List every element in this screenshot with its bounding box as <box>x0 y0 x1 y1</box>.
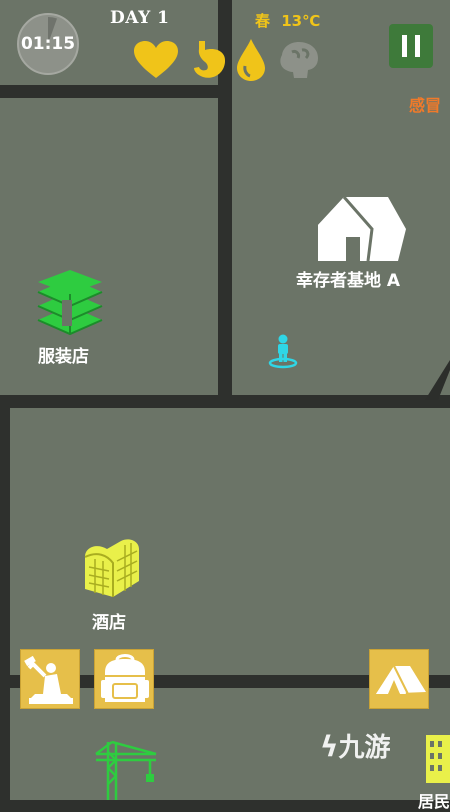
pause-button[interactable] <box>389 24 433 68</box>
tent-icon <box>376 665 426 695</box>
heart-icon <box>134 41 178 78</box>
weather-readout: 春 13℃ <box>255 10 320 31</box>
craft-button[interactable] <box>20 649 80 709</box>
building-stack-icon[interactable] <box>36 270 104 336</box>
craft-figure-icon <box>24 655 73 704</box>
temperature-label: 13℃ <box>281 12 321 30</box>
backpack-button[interactable] <box>94 649 154 709</box>
tent-house-icon[interactable] <box>316 195 408 263</box>
water-drop-icon <box>237 39 265 81</box>
crane-icon <box>95 740 157 800</box>
game-clock: 01:15 <box>17 13 79 75</box>
map-block-clothing-store[interactable] <box>0 98 218 395</box>
diagonal-road <box>425 360 450 400</box>
hotel-label: 酒店 <box>92 613 126 633</box>
player-marker-icon <box>268 334 298 369</box>
backpack-icon <box>101 654 149 702</box>
map-block-hotel[interactable] <box>10 408 450 675</box>
hotel-building-icon[interactable] <box>83 537 141 603</box>
day-counter: DAY 1 <box>110 8 170 28</box>
stomach-icon <box>194 41 226 78</box>
survivor-base-label: 幸存者基地 A <box>296 271 401 291</box>
season-label: 春 <box>255 12 271 30</box>
watermark-logo-icon: ϟ <box>320 730 339 763</box>
clock-time: 01:15 <box>20 34 76 54</box>
apartment-icon[interactable] <box>422 735 450 783</box>
brain-icon <box>280 42 318 78</box>
camp-button[interactable] <box>369 649 429 709</box>
status-effect-label: 感冒 <box>409 96 442 115</box>
watermark: ϟ九游 <box>320 730 391 763</box>
clothing-store-label: 服装店 <box>38 347 89 367</box>
residential-label: 居民 <box>418 792 450 811</box>
